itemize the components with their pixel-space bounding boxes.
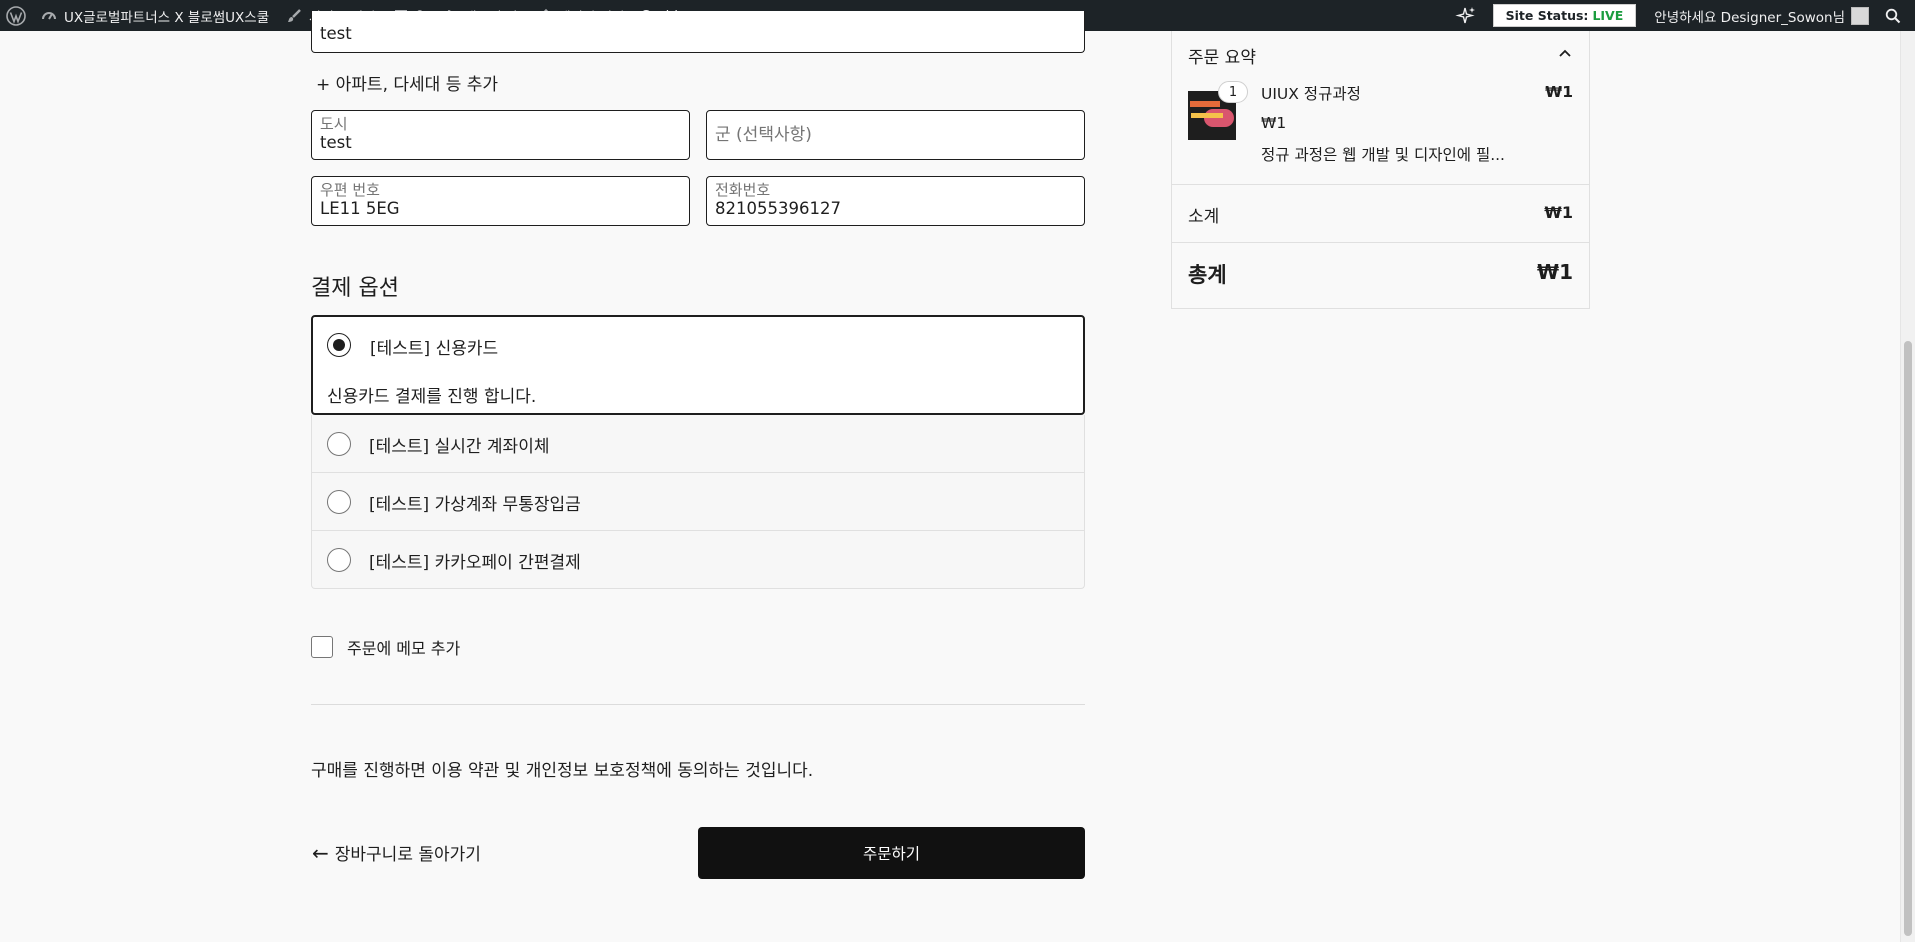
payment-option-virtual-account[interactable]: [테스트] 가상계좌 무통장입금 (311, 473, 1085, 531)
product-description: 정규 과정은 웹 개발 및 디자인에 필... (1261, 146, 1505, 164)
back-to-cart-link[interactable]: ← 장바구니로 돌아가기 (312, 840, 481, 866)
radio-kakaopay[interactable] (327, 548, 351, 572)
sparkle-icon (1454, 6, 1475, 23)
subtotal-value: ₩1 (1544, 203, 1573, 222)
postcode-field[interactable]: 우편 번호 LE11 5EG (311, 176, 690, 226)
phone-field[interactable]: 전화번호 821055396127 (706, 176, 1085, 226)
total-label: 총계 (1188, 263, 1227, 287)
subtotal-label: 소계 (1188, 207, 1220, 227)
scrollbar-thumb[interactable] (1904, 341, 1912, 936)
site-status-value: LIVE (1592, 8, 1624, 23)
address-line-field[interactable]: test (311, 11, 1085, 53)
county-placeholder: 군 (선택사항) (715, 125, 812, 145)
chevron-up-icon[interactable] (1557, 45, 1573, 61)
place-order-button[interactable]: 주문하기 (698, 827, 1085, 879)
thumbnail-shape (1204, 109, 1234, 127)
search-button[interactable] (1875, 0, 1915, 31)
wordpress-logo-button[interactable] (0, 0, 32, 31)
payment-option-kakaopay[interactable]: [테스트] 카카오페이 간편결제 (311, 531, 1085, 589)
product-name: UIUX 정규과정 (1261, 85, 1361, 103)
brush-icon (285, 7, 303, 25)
postcode-label: 우편 번호 (320, 181, 380, 199)
city-label: 도시 (320, 115, 348, 133)
payment-option-description: 신용카드 결제를 진행 합니다. (327, 387, 537, 407)
site-status-badge[interactable]: Site Status: LIVE (1492, 4, 1637, 27)
thumbnail-text-bar (1191, 113, 1223, 118)
radio-selected-dot (333, 339, 345, 351)
user-greeting: 안녕하세요 Designer_Sowon님 (1654, 9, 1845, 26)
phone-value: 821055396127 (715, 199, 841, 218)
total-value: ₩1 (1537, 260, 1573, 284)
address-line-value: test (320, 24, 352, 43)
add-apartment-link[interactable]: + 아파트, 다세대 등 추가 (316, 70, 498, 95)
admin-bar-secondary: Site Status: LIVE 안녕하세요 Designer_Sowon님 (1445, 0, 1915, 31)
city-field[interactable]: 도시 test (311, 110, 690, 160)
dashboard-icon (40, 7, 58, 25)
product-unit-price: ₩1 (1261, 114, 1287, 132)
avatar (1851, 6, 1869, 25)
wordpress-icon (6, 5, 26, 26)
site-name: UX글로벌파트너스 X 블로썸UX스쿨 (64, 9, 270, 26)
payment-option-credit-card[interactable]: [테스트] 신용카드 신용카드 결제를 진행 합니다. (311, 315, 1085, 415)
quantity-badge: 1 (1218, 81, 1248, 103)
order-summary: 주문 요약 1 UIUX 정규과정 ₩1 ₩1 정규 과정은 웹 개발 및 디자… (1171, 31, 1590, 309)
payment-option-bank-transfer[interactable]: [테스트] 실시간 계좌이체 (311, 415, 1085, 473)
order-note-toggle[interactable]: 주문에 메모 추가 (311, 635, 460, 659)
payment-option-label: [테스트] 실시간 계좌이체 (369, 437, 550, 457)
page-scrollbar[interactable] (1900, 31, 1915, 942)
radio-bank-transfer[interactable] (327, 432, 351, 456)
ai-assistant-button[interactable] (1445, 0, 1487, 31)
order-note-label: 주문에 메모 추가 (347, 639, 461, 658)
account-menu[interactable]: 안녕하세요 Designer_Sowon님 (1648, 0, 1875, 31)
order-summary-title: 주문 요약 (1188, 48, 1256, 68)
divider (1172, 184, 1589, 185)
radio-virtual-account[interactable] (327, 490, 351, 514)
payment-option-label: [테스트] 카카오페이 간편결제 (369, 553, 581, 573)
radio-credit-card[interactable] (327, 333, 351, 357)
payment-section-title: 결제 옵션 (311, 276, 399, 301)
postcode-value: LE11 5EG (320, 199, 400, 218)
site-status-label: Site Status: (1505, 8, 1589, 23)
payment-options: [테스트] 신용카드 신용카드 결제를 진행 합니다. [테스트] 실시간 계좌… (311, 315, 1085, 589)
city-value: test (320, 133, 352, 152)
payment-option-label: [테스트] 가상계좌 무통장입금 (369, 495, 581, 515)
divider (311, 704, 1085, 705)
thumbnail-stripe (1190, 101, 1220, 107)
search-icon (1885, 8, 1901, 23)
product-line-price: ₩1 (1545, 83, 1573, 101)
phone-label: 전화번호 (715, 181, 771, 199)
arrow-left-icon: ← (312, 840, 329, 865)
county-field[interactable]: 군 (선택사항) (706, 110, 1085, 160)
terms-notice: 구매를 진행하면 이용 약관 및 개인정보 보호정책에 동의하는 것입니다. (311, 761, 814, 781)
payment-option-label: [테스트] 신용카드 (370, 339, 499, 359)
order-note-checkbox[interactable] (311, 636, 333, 658)
site-name-menu[interactable]: UX글로벌파트너스 X 블로썸UX스쿨 (32, 0, 277, 31)
back-to-cart-label: 장바구니로 돌아가기 (334, 845, 481, 865)
divider (1172, 242, 1589, 243)
